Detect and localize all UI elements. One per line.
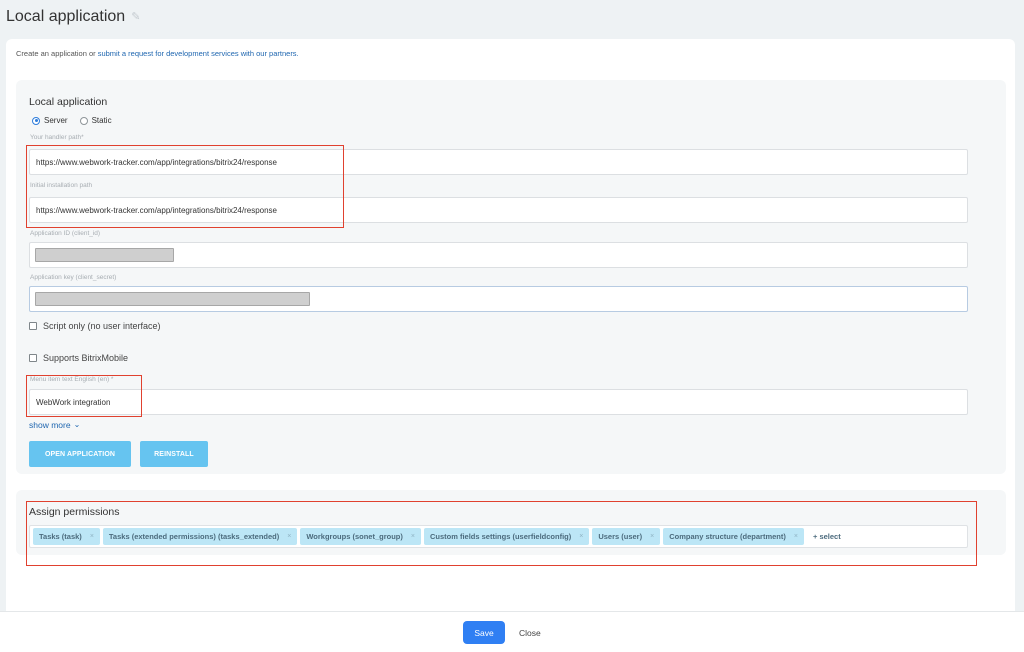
page-header: Local application ✎: [6, 6, 140, 28]
intro-text: Create an application or submit a reques…: [16, 49, 299, 58]
bitrix-mobile-label: Supports BitrixMobile: [43, 353, 129, 363]
open-application-button[interactable]: OPEN APPLICATION: [29, 441, 131, 467]
add-permission-select[interactable]: + select: [813, 532, 841, 541]
bitrix-mobile-checkbox[interactable]: [29, 354, 37, 362]
static-radio[interactable]: [79, 116, 88, 125]
chevron-down-icon: ⌄: [73, 420, 81, 429]
intro-label: Create an application or: [16, 49, 98, 58]
script-only-row[interactable]: Script only (no user interface): [29, 321, 161, 331]
close-button[interactable]: Close: [519, 621, 541, 644]
pencil-icon[interactable]: ✎: [131, 11, 140, 23]
permission-tag-label: Company structure (department): [669, 532, 786, 541]
partners-link[interactable]: submit a request for development service…: [98, 49, 299, 58]
bitrix-mobile-row[interactable]: Supports BitrixMobile: [29, 353, 128, 363]
permission-tag-label: Custom fields settings (userfieldconfig): [429, 532, 572, 541]
menu-text-label: Menu item text English (en) *: [30, 376, 114, 383]
handler-path-input[interactable]: https://www.webwork-tracker.com/app/inte…: [29, 149, 968, 175]
save-button[interactable]: Save: [463, 621, 505, 644]
permission-tag-label: Workgroups (sonet_group): [306, 532, 403, 541]
close-icon[interactable]: ×: [650, 533, 654, 540]
permission-tag-label: Tasks (task): [39, 532, 82, 541]
permission-tag: Company structure (department) ×: [663, 528, 804, 545]
close-icon[interactable]: ×: [579, 533, 583, 540]
client-secret-label: Application key (client_secret): [30, 274, 117, 281]
menu-text-input[interactable]: WebWork integration: [29, 389, 968, 415]
client-id-redacted: [35, 248, 174, 262]
permission-tag-label: Users (user): [598, 532, 643, 541]
close-icon[interactable]: ×: [287, 533, 291, 540]
show-more-label: show more: [29, 420, 71, 430]
permission-tag: Tasks (task) ×: [33, 528, 100, 545]
menu-text-value: WebWork integration: [36, 397, 111, 407]
reinstall-button[interactable]: REINSTALL: [140, 441, 208, 467]
install-path-value: https://www.webwork-tracker.com/app/inte…: [36, 205, 277, 215]
server-radio-label: Server: [44, 116, 68, 125]
script-only-label: Script only (no user interface): [43, 321, 161, 331]
permissions-selector[interactable]: Tasks (task) × Tasks (extended permissio…: [29, 525, 968, 548]
close-icon[interactable]: ×: [794, 533, 798, 540]
page-title: Local application: [6, 8, 126, 25]
install-path-input[interactable]: https://www.webwork-tracker.com/app/inte…: [29, 197, 968, 223]
footer-bar: Save Close: [0, 611, 1024, 652]
server-radio[interactable]: [32, 116, 40, 125]
handler-path-label: Your handler path*: [30, 134, 84, 141]
main-card: Create an application or submit a reques…: [6, 39, 1015, 619]
handler-path-value: https://www.webwork-tracker.com/app/inte…: [36, 157, 277, 167]
show-more-link[interactable]: show more ⌄: [29, 420, 80, 430]
client-secret-input[interactable]: [29, 286, 968, 312]
app-type-radio-group: Server Static: [32, 116, 112, 125]
permission-tag: Workgroups (sonet_group) ×: [300, 528, 421, 545]
permission-tag-label: Tasks (extended permissions) (tasks_exte…: [108, 532, 280, 541]
permission-tag: Tasks (extended permissions) (tasks_exte…: [102, 528, 298, 545]
permissions-title: Assign permissions: [29, 506, 120, 518]
close-icon[interactable]: ×: [411, 533, 415, 540]
permission-tag: Custom fields settings (userfieldconfig)…: [423, 528, 590, 545]
client-id-input[interactable]: [29, 242, 968, 268]
permission-tag: Users (user) ×: [592, 528, 661, 545]
client-secret-redacted: [35, 292, 310, 306]
static-radio-label: Static: [91, 116, 112, 125]
install-path-label: Initial installation path: [30, 182, 93, 189]
client-id-label: Application ID (client_id): [30, 230, 101, 237]
close-icon[interactable]: ×: [90, 533, 94, 540]
script-only-checkbox[interactable]: [29, 322, 37, 330]
local-application-title: Local application: [29, 96, 108, 108]
